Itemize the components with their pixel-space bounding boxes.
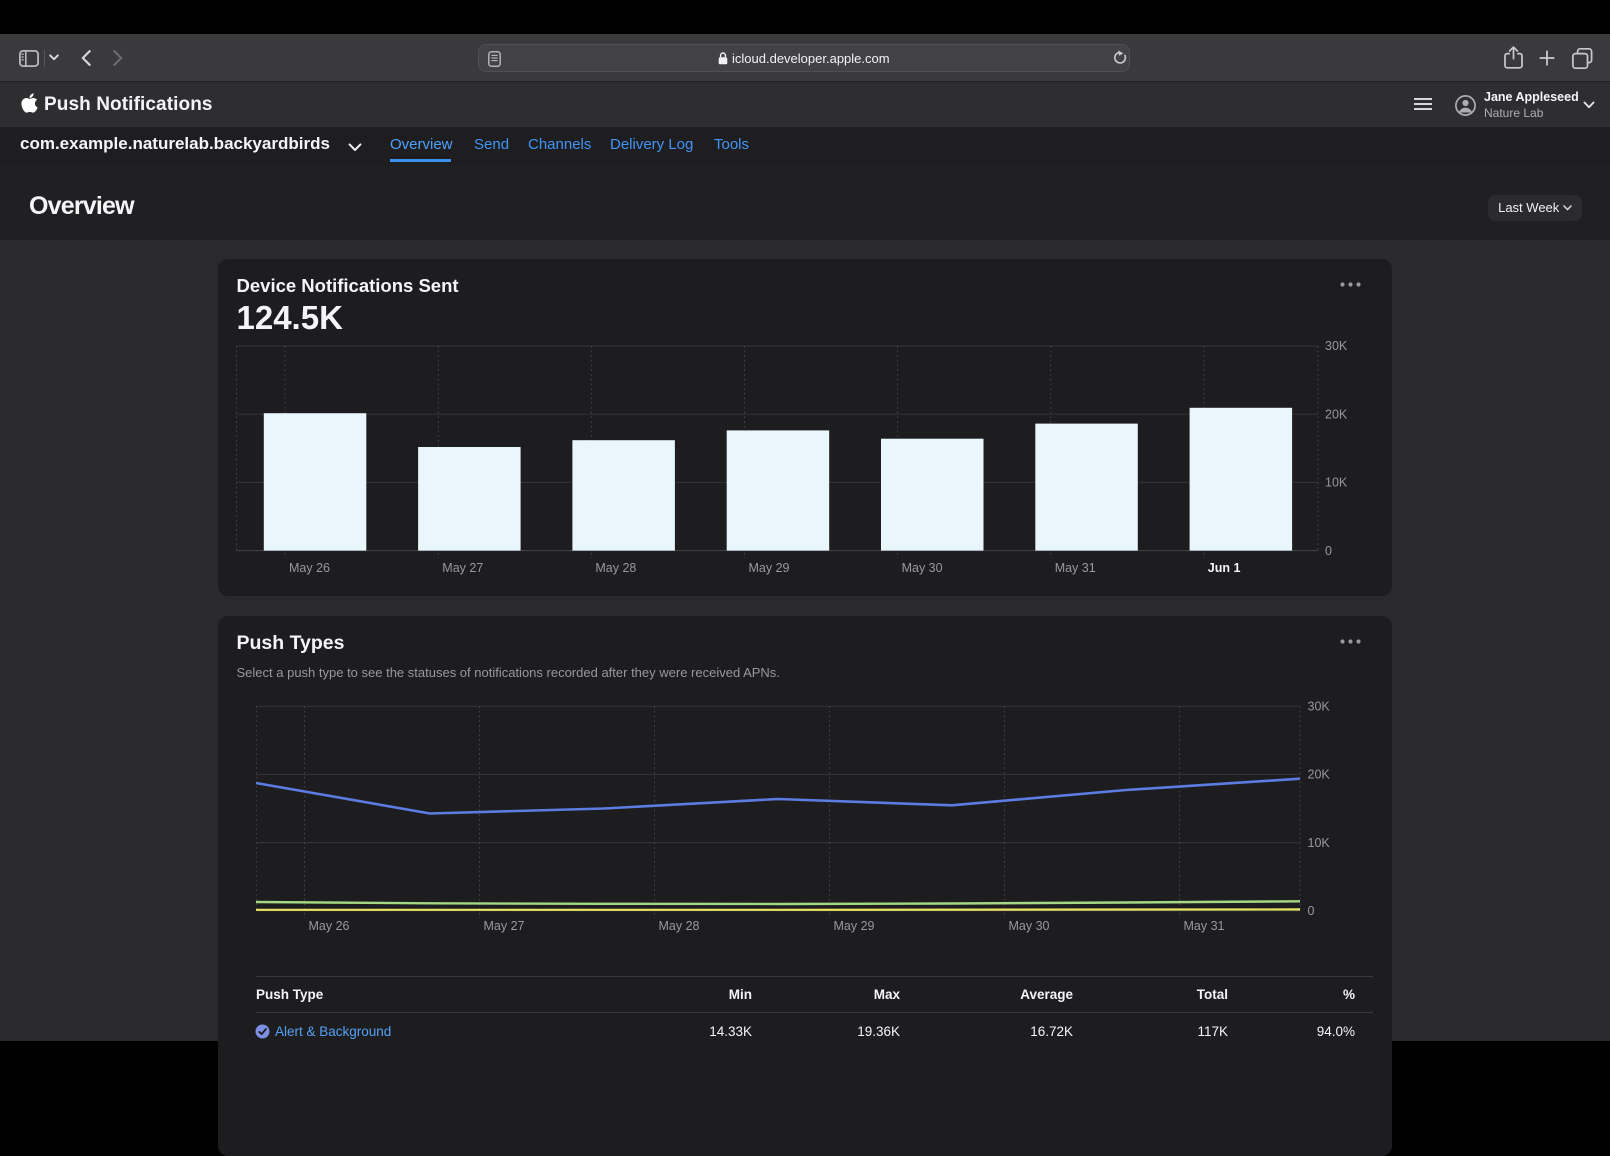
svg-text:May 29: May 29 <box>749 561 790 575</box>
svg-text:May 31: May 31 <box>1184 919 1225 933</box>
svg-text:May 31: May 31 <box>1055 561 1096 575</box>
svg-text:May 29: May 29 <box>834 919 875 933</box>
svg-text:May 28: May 28 <box>659 919 700 933</box>
svg-text:30K: 30K <box>1325 339 1348 353</box>
svg-text:May 28: May 28 <box>595 561 636 575</box>
svg-text:Jun 1: Jun 1 <box>1208 561 1241 575</box>
svg-text:20K: 20K <box>1308 768 1331 782</box>
svg-text:May 26: May 26 <box>289 561 330 575</box>
svg-text:0: 0 <box>1325 544 1332 558</box>
svg-text:10K: 10K <box>1325 476 1348 490</box>
svg-text:May 26: May 26 <box>309 919 350 933</box>
svg-text:10K: 10K <box>1308 836 1331 850</box>
svg-text:0: 0 <box>1308 904 1315 918</box>
svg-text:May 27: May 27 <box>484 919 525 933</box>
svg-text:May 30: May 30 <box>902 561 943 575</box>
svg-text:30K: 30K <box>1308 699 1331 713</box>
svg-text:20K: 20K <box>1325 407 1348 421</box>
svg-text:May 30: May 30 <box>1009 919 1050 933</box>
svg-text:May 27: May 27 <box>442 561 483 575</box>
